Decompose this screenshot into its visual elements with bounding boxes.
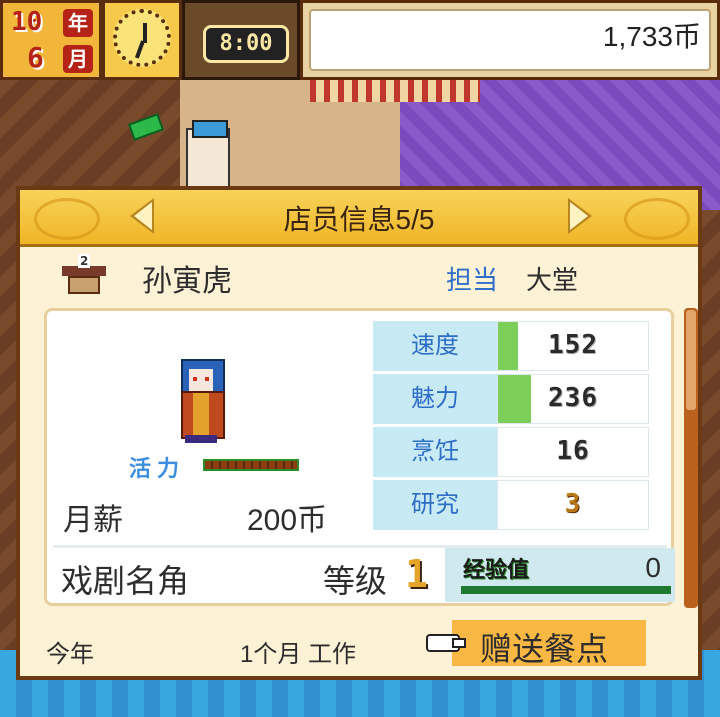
date-display: 10 年 6 月 xyxy=(0,0,102,80)
year-number: 10 xyxy=(11,7,43,37)
role-label: 担当 xyxy=(446,265,499,295)
stat-row-research: 研究 3 xyxy=(373,480,653,530)
stat-value-cell: 152 xyxy=(497,321,649,371)
scrollbar[interactable] xyxy=(684,308,698,608)
railing xyxy=(310,80,480,102)
panel-header: 店员信息5/5 xyxy=(20,190,698,247)
stats-table: 速度 152 魅力 236 烹饪 16 研究 3 xyxy=(373,321,653,533)
pointing-hand-icon xyxy=(418,632,466,652)
stat-value-cell: 236 xyxy=(497,374,649,424)
stat-value: 236 xyxy=(548,383,598,413)
experience-box: 经验值 0 xyxy=(445,548,675,602)
stat-value-cell: 3 xyxy=(497,480,649,530)
stat-row-charm: 魅力 236 xyxy=(373,374,653,424)
stat-row-speed: 速度 152 xyxy=(373,321,653,371)
exp-label: 经验值 xyxy=(463,558,530,583)
stat-value: 16 xyxy=(556,436,590,466)
stat-row-cooking: 烹饪 16 xyxy=(373,427,653,477)
stat-label: 速度 xyxy=(373,321,497,371)
rank-number: 2 xyxy=(78,254,91,268)
stat-value: 152 xyxy=(548,330,598,360)
this-year-label: 今年 xyxy=(46,641,94,668)
clock-icon xyxy=(113,9,171,67)
building-icon: 2 xyxy=(62,254,106,296)
panel-footer: 今年 1个月 工作 赠送餐点 xyxy=(20,620,698,676)
green-sign xyxy=(127,113,165,141)
scrollbar-thumb[interactable] xyxy=(686,310,696,410)
level-label: 等级 xyxy=(323,563,388,599)
exp-bar xyxy=(461,586,671,594)
work-duration: 1个月 工作 xyxy=(240,641,357,668)
next-staff-button[interactable] xyxy=(568,198,592,234)
gift-meal-label: 赠送餐点 xyxy=(480,631,609,667)
month-number: 6 xyxy=(27,41,44,74)
stat-label: 烹饪 xyxy=(373,427,497,477)
stat-label: 研究 xyxy=(373,480,497,530)
time-value: 8:00 xyxy=(203,25,289,63)
staff-detail-card: 活力 月薪 200币 速度 152 魅力 236 烹饪 16 研究 3 戏剧名角 xyxy=(44,308,675,606)
month-unit: 月 xyxy=(63,45,93,73)
salary-label: 月薪 xyxy=(63,504,123,537)
title-level-row: 戏剧名角 等级 1 经验值 0 xyxy=(53,545,675,602)
vitality-bar xyxy=(203,459,299,471)
gift-meal-button[interactable]: 赠送餐点 xyxy=(426,620,646,667)
level-value: 1 xyxy=(405,552,428,596)
time-display: 8:00 xyxy=(182,0,300,80)
money-display: 1,733币 xyxy=(300,0,720,80)
npc-chef-sprite xyxy=(186,120,230,188)
panel-title: 店员信息5/5 xyxy=(283,204,435,235)
money-value: 1,733币 xyxy=(602,21,701,52)
stat-value-cell: 16 xyxy=(497,427,649,477)
vitality-label: 活力 xyxy=(129,457,186,482)
arrow-right-icon xyxy=(570,202,588,230)
staff-sprite xyxy=(177,359,225,445)
top-status-bar: 10 年 6 月 8:00 1,733币 xyxy=(0,0,720,80)
staff-name: 孙寅虎 xyxy=(142,265,232,298)
staff-title: 戏剧名角 xyxy=(61,563,190,599)
salary-value: 200币 xyxy=(247,504,328,537)
staff-identity-row: 2 孙寅虎 担当 大堂 xyxy=(20,248,698,300)
role-value: 大堂 xyxy=(526,265,579,295)
staff-info-panel: 店员信息5/5 2 孙寅虎 担当 大堂 活力 月薪 200币 速度 152 魅力 xyxy=(16,186,702,680)
exp-value: 0 xyxy=(645,552,661,583)
year-unit: 年 xyxy=(63,9,93,37)
stat-value: 3 xyxy=(564,489,582,519)
stat-label: 魅力 xyxy=(373,374,497,424)
clock-button[interactable] xyxy=(102,0,182,80)
